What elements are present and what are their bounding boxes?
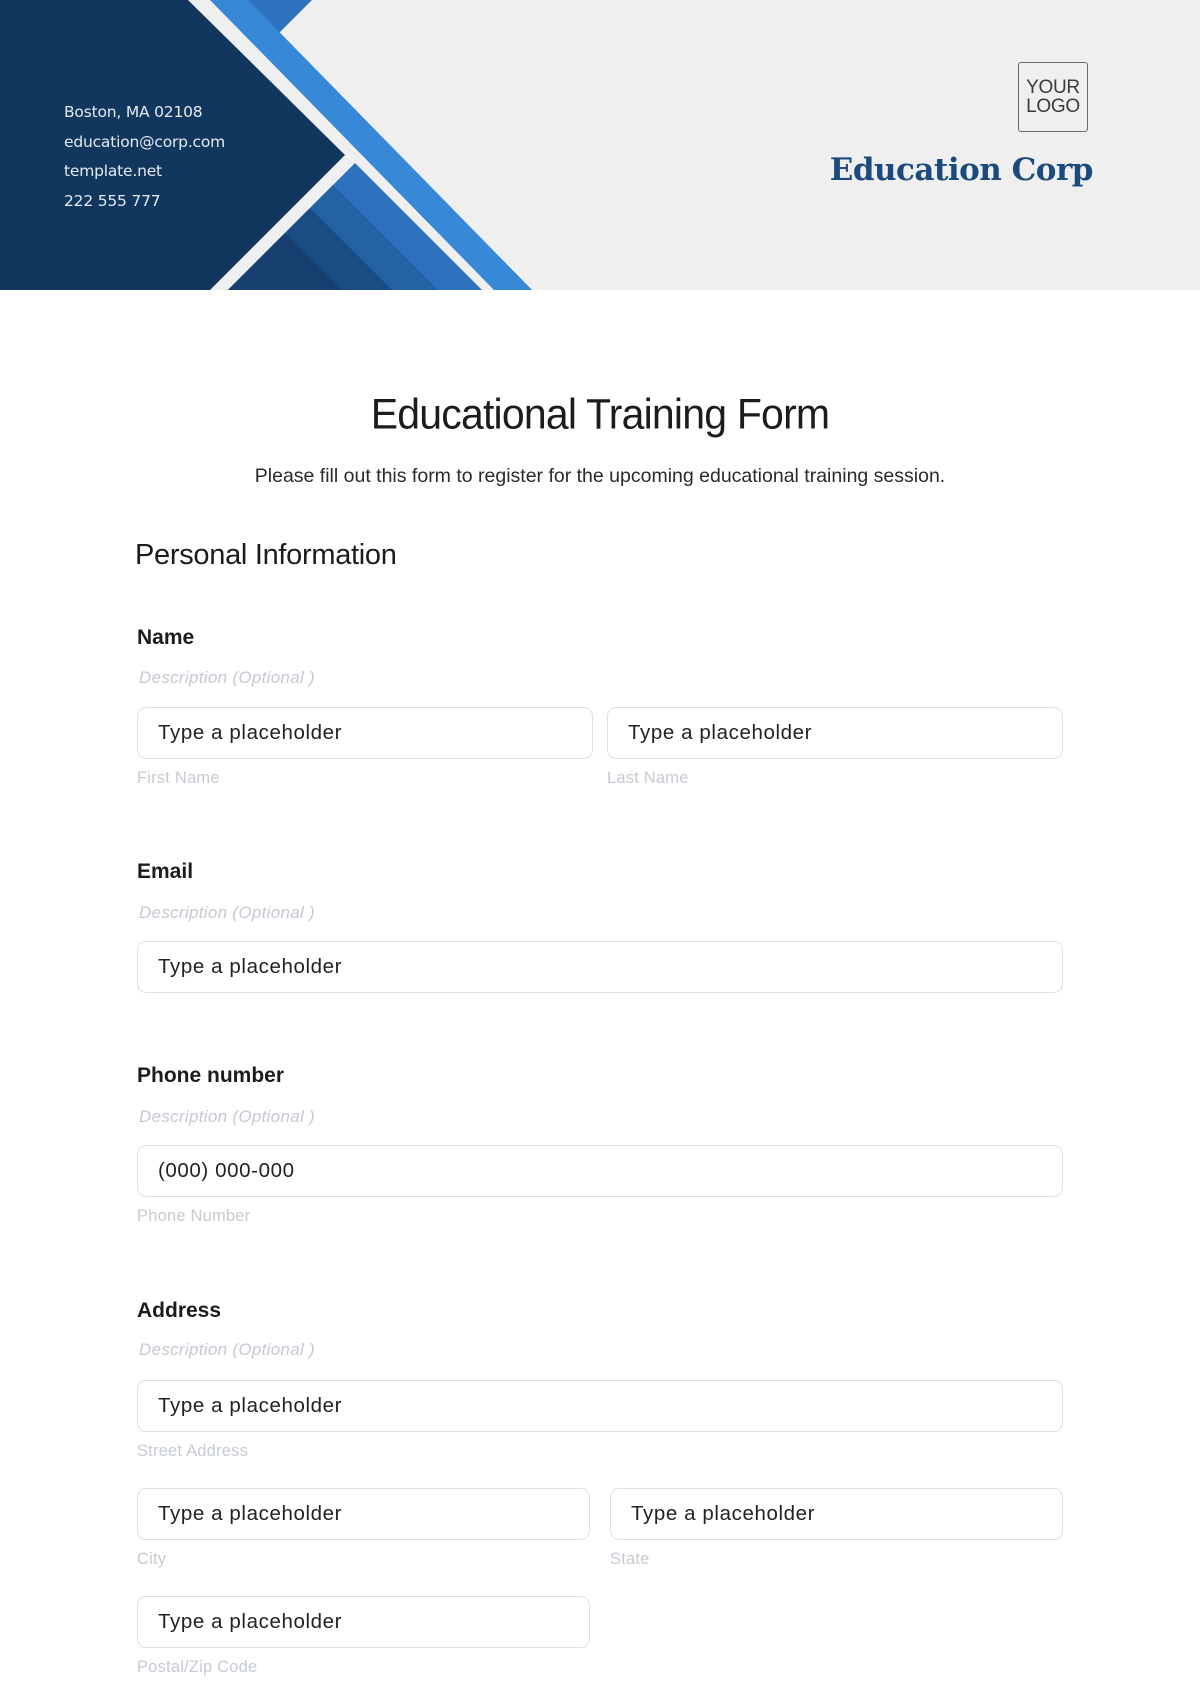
last-name-input[interactable]: Type a placeholder (607, 707, 1063, 759)
logo-text-line2: LOGO (1026, 96, 1080, 117)
city-input[interactable]: Type a placeholder (137, 1488, 590, 1540)
postal-code-sublabel: Postal/Zip Code (137, 1658, 258, 1676)
phone-sublabel: Phone Number (137, 1207, 251, 1225)
contact-phone: 222 555 777 (64, 191, 161, 210)
first-name-sublabel: First Name (137, 769, 220, 787)
state-sublabel: State (610, 1550, 650, 1568)
address-description: Description (Optional ) (139, 1340, 316, 1359)
email-description: Description (Optional ) (139, 903, 316, 922)
header-banner: Boston, MA 02108 education@corp.com temp… (0, 0, 1200, 290)
postal-code-input[interactable]: Type a placeholder (137, 1596, 590, 1648)
street-address-input[interactable]: Type a placeholder (137, 1380, 1063, 1432)
company-name: Education Corp (829, 152, 1094, 188)
contact-address: Boston, MA 02108 (64, 103, 203, 121)
name-description: Description (Optional ) (139, 668, 316, 687)
phone-label: Phone number (137, 1064, 285, 1087)
form-title: Educational Training Form (370, 389, 830, 439)
name-label: Name (137, 626, 195, 649)
last-name-sublabel: Last Name (607, 769, 689, 787)
state-input[interactable]: Type a placeholder (610, 1488, 1063, 1540)
contact-website: template.net (64, 162, 162, 180)
phone-description: Description (Optional ) (139, 1107, 316, 1126)
city-sublabel: City (137, 1550, 167, 1568)
email-label: Email (137, 860, 194, 883)
logo-text-line1: YOUR (1026, 77, 1080, 98)
first-name-input[interactable]: Type a placeholder (137, 707, 593, 759)
address-label: Address (137, 1299, 222, 1322)
form-subtitle: Please fill out this form to register fo… (254, 465, 946, 487)
email-input[interactable]: Type a placeholder (137, 941, 1063, 993)
section-title-personal-information: Personal Information (135, 539, 397, 571)
logo-placeholder: YOUR LOGO (1018, 62, 1088, 132)
phone-input[interactable]: (000) 000-000 (137, 1145, 1063, 1197)
contact-info: Boston, MA 02108 education@corp.com temp… (64, 98, 225, 216)
contact-email: education@corp.com (64, 132, 226, 151)
street-address-sublabel: Street Address (137, 1442, 249, 1460)
